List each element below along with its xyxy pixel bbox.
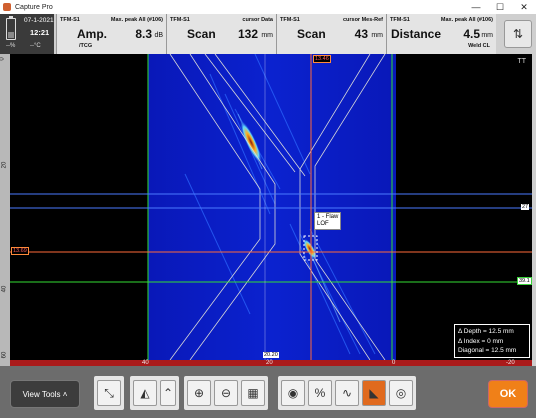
- readout-label: cursor Mes-Ref: [342, 17, 383, 23]
- toolbar-group-zoom: ⊕ ⊖ ▦: [184, 376, 268, 410]
- flaw-id: 1 - Flaw: [317, 214, 339, 220]
- settings-swap-button[interactable]: ⇅: [504, 20, 532, 48]
- eye-icon: ◎: [395, 386, 407, 400]
- readout-value: 132: [237, 27, 258, 41]
- readout-label: Max. peak All (#106): [440, 17, 493, 23]
- grid-icon: ▦: [247, 386, 259, 400]
- mirror-options-button[interactable]: ⌃: [160, 380, 176, 406]
- depth-tick-label: 40: [1, 285, 8, 293]
- waveform-icon: ∿: [341, 386, 353, 400]
- readout-unit: mm: [481, 32, 493, 39]
- window-controls: — ☐ ✕: [464, 0, 536, 14]
- right-gutter: [532, 54, 536, 366]
- grid-button[interactable]: ▦: [241, 380, 265, 406]
- depth-tick-label: 20: [1, 161, 8, 169]
- toolbar-group-display: ◉ % ∿ ◣ ◎: [278, 376, 416, 410]
- maximize-button[interactable]: ☐: [488, 0, 512, 14]
- zoom-in-button[interactable]: ⊕: [187, 380, 211, 406]
- percent-icon: %: [314, 386, 326, 400]
- readout-main: Distance: [391, 27, 442, 41]
- readout-source: TFM-S1: [390, 17, 410, 23]
- toolbar-group-fit: ⤡: [94, 376, 124, 410]
- readout-unit: mm: [261, 32, 273, 39]
- cursor-tag-red-top: 13.46: [313, 55, 331, 63]
- readout-source: TFM-S1: [170, 17, 190, 23]
- zoom-out-icon: ⊖: [220, 386, 232, 400]
- battery-icon: [6, 16, 16, 40]
- date-text: 07-1-2021: [24, 17, 54, 24]
- readout-source: TFM-S1: [280, 17, 300, 23]
- readout-main: Amp.: [77, 27, 107, 41]
- time-text: 12:21: [30, 28, 50, 37]
- temperature-text: --°C: [30, 43, 41, 49]
- waveform-button[interactable]: ∿: [335, 380, 359, 406]
- readout-main: Scan: [187, 27, 216, 41]
- eye-button[interactable]: ◎: [389, 380, 413, 406]
- measurement-box: Δ Depth = 12.5 mm Δ Index = 0 mm Diagona…: [454, 324, 530, 358]
- palette-button[interactable]: ◉: [281, 380, 305, 406]
- zoom-out-button[interactable]: ⊖: [214, 380, 238, 406]
- tfm-svg: [10, 54, 532, 360]
- cursor-tag-bottom: 20.20: [263, 352, 279, 358]
- cursor-tag-green-right: 39.1: [517, 277, 532, 285]
- readout-main: Scan: [297, 27, 326, 41]
- title-bar: Capture Pro — ☐ ✕: [0, 0, 536, 14]
- capture-pro-window: Capture Pro — ☐ ✕ 07-1-2021 12:21 --% --…: [0, 0, 536, 418]
- readout-amplitude[interactable]: TFM-S1 Max. peak All (#106) Amp. /TCG 8.…: [56, 14, 166, 54]
- readout-source: TFM-S1: [60, 17, 80, 23]
- app-logo-icon: [3, 3, 11, 11]
- close-button[interactable]: ✕: [512, 0, 536, 14]
- readout-distance[interactable]: TFM-S1 Max. peak All (#106) Distance 4.5…: [386, 14, 496, 54]
- zoom-in-icon: ⊕: [193, 386, 205, 400]
- chevron-up-icon: ⌃: [162, 386, 174, 400]
- readout-label: cursor Data: [242, 17, 273, 23]
- cursor-tag-blue-right: 27: [521, 204, 530, 210]
- readout-scan-data[interactable]: TFM-S1 cursor Data Scan 132 mm: [166, 14, 276, 54]
- window-title: Capture Pro: [15, 3, 53, 11]
- settings-swap-icon: ⇅: [512, 27, 524, 41]
- mirror-button[interactable]: ◭: [133, 380, 157, 406]
- bottom-toolbar: View Tools ˄ ⤡ ◭ ⌃ ⊕ ⊖ ▦ ◉ % ∿ ◣ ◎ OK: [0, 366, 536, 418]
- status-panel: 07-1-2021 12:21 --% --°C: [0, 14, 54, 54]
- sector-icon: ◣: [369, 386, 379, 400]
- readout-sub: /TCG: [79, 43, 93, 49]
- readout-value: 4.5: [463, 27, 480, 41]
- toolbar-group-mirror: ◭ ⌃: [130, 376, 179, 410]
- fit-icon: ⤡: [104, 385, 114, 400]
- fit-button[interactable]: ⤡: [97, 380, 121, 406]
- palette-icon: ◉: [287, 386, 299, 400]
- delta-depth: Δ Depth = 12.5 mm: [458, 328, 514, 335]
- readout-scan-mesref[interactable]: TFM-S1 cursor Mes-Ref Scan 43 mm: [276, 14, 386, 54]
- flaw-type: LOF: [317, 221, 329, 227]
- minimize-button[interactable]: —: [464, 0, 488, 14]
- imaging-zone: [148, 54, 396, 360]
- readout-sub: Weld CL: [468, 43, 490, 49]
- depth-ruler[interactable]: 0 20 40 60: [0, 54, 10, 366]
- battery-percent: --%: [6, 43, 16, 49]
- view-mode-label: TT: [517, 58, 526, 65]
- depth-tick-label: 0: [0, 57, 6, 61]
- view-tools-button[interactable]: View Tools ˄: [10, 380, 80, 408]
- depth-tick-label: 60: [1, 351, 8, 359]
- ok-button[interactable]: OK: [488, 380, 528, 408]
- diagonal: Diagonal = 12.5 mm: [458, 347, 517, 354]
- sector-button[interactable]: ◣: [362, 380, 386, 406]
- flaw-label[interactable]: 1 - Flaw LOF: [314, 212, 342, 230]
- tfm-image[interactable]: TT 13.46 13.69 27 39.1 20.20 1 - Flaw LO…: [10, 54, 532, 360]
- percent-button[interactable]: %: [308, 380, 332, 406]
- delta-index: Δ Index = 0 mm: [458, 337, 504, 345]
- readout-header: 07-1-2021 12:21 --% --°C TFM-S1 Max. pea…: [0, 14, 536, 54]
- mirror-icon: ◭: [140, 386, 150, 400]
- readout-value: 43: [354, 27, 368, 41]
- scan-view: 0 20 40 60 TT 13.46 13.69 27 39.1 20.20 …: [0, 54, 536, 370]
- readout-unit: dB: [154, 32, 163, 39]
- cursor-tag-red-left: 13.69: [11, 247, 29, 255]
- readout-value: 8.3: [135, 27, 152, 41]
- readout-unit: mm: [371, 32, 383, 39]
- readout-label: Max. peak All (#106): [110, 17, 163, 23]
